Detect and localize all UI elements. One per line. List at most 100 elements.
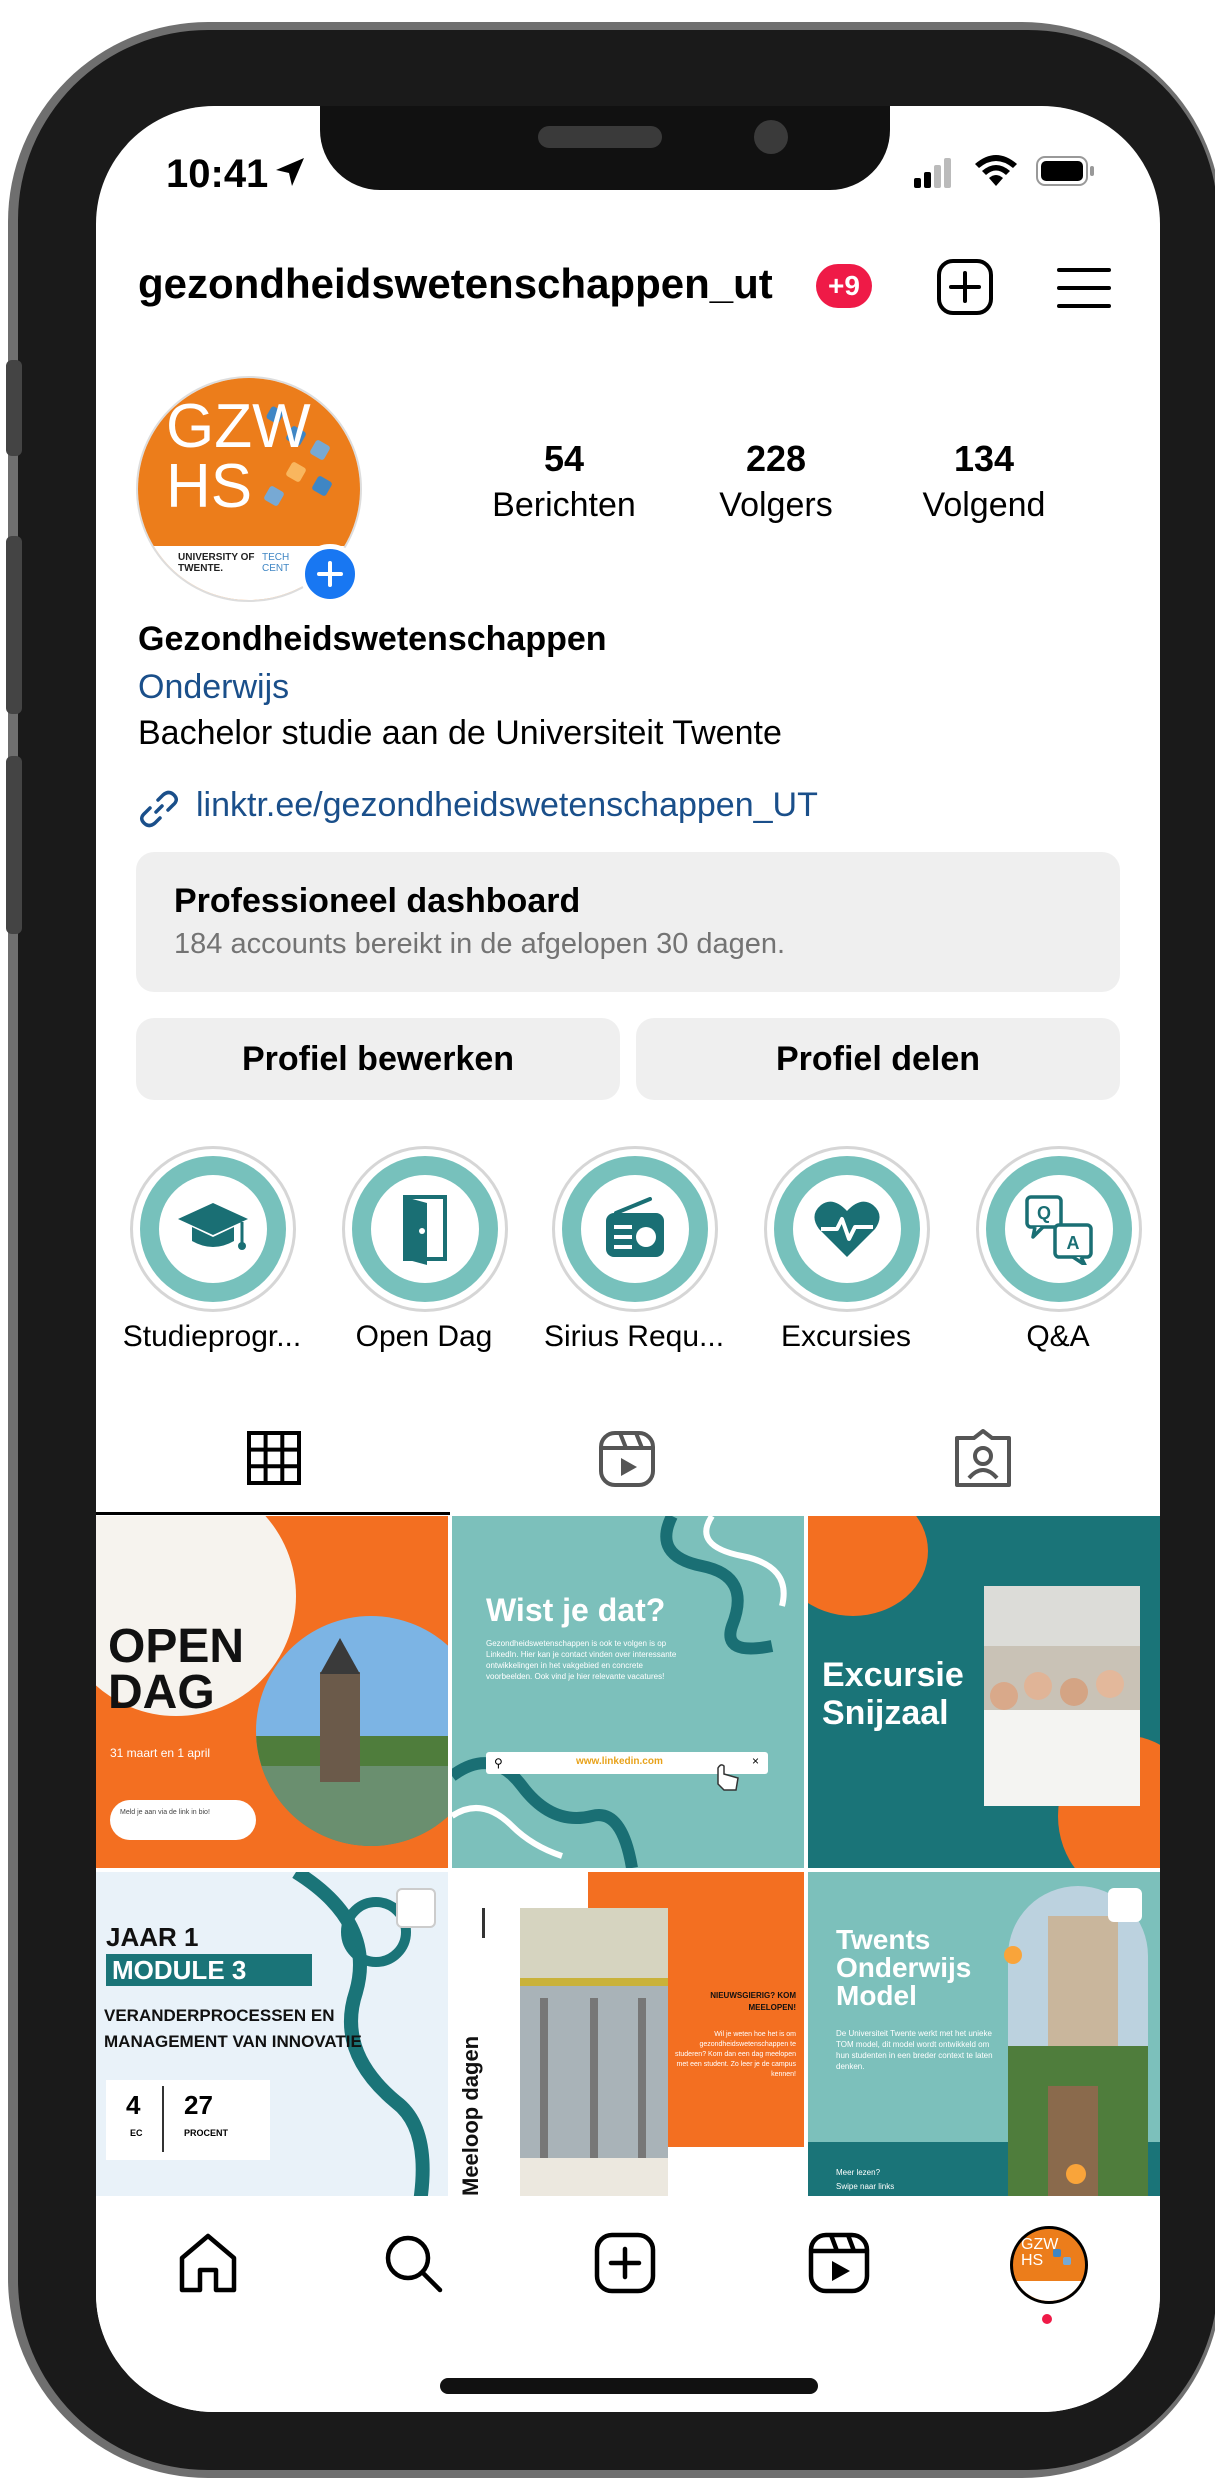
- post-meeloop-side-title: Meeloop dagen: [458, 2035, 483, 2196]
- home-icon[interactable]: [176, 2232, 240, 2294]
- notification-dot: [1042, 2314, 1052, 2324]
- highlight-label: Sirius Requ...: [543, 1320, 725, 1353]
- highlight-label: Studieprogr...: [122, 1320, 302, 1353]
- post-wist-je-dat-title: Wist je dat?: [486, 1592, 666, 1628]
- graduation-cap-icon: [178, 1203, 248, 1250]
- decor-dot: [1004, 1946, 1022, 1964]
- location-arrow-icon: [276, 158, 304, 186]
- signal-icon: [914, 158, 951, 188]
- stat-divider: [162, 2086, 164, 2152]
- post-photo: [520, 1908, 668, 2212]
- decor-dot: [1066, 2164, 1086, 2184]
- post-module-3[interactable]: JAAR 1 MODULE 3 VERANDERPROCESSEN EN MAN…: [96, 1872, 448, 2224]
- post-module-text: MODULE 3: [106, 1954, 312, 1986]
- post-wist-je-dat-body: Gezondheidswetenschappen is ook te volge…: [486, 1639, 677, 1681]
- stat-following-label[interactable]: Volgend: [884, 486, 1084, 525]
- avatar-text-gzw: GZW: [166, 392, 311, 461]
- profile-username[interactable]: gezondheidswetenschappen_ut: [138, 260, 773, 308]
- search-icon: ⚲: [494, 1756, 503, 1770]
- post-meeloop-body: Wil je weten hoe het is om gezondheidswe…: [674, 2031, 796, 2078]
- post-photo: [1008, 1886, 1148, 2208]
- reels-icon[interactable]: [808, 2232, 870, 2294]
- radio-icon: [606, 1197, 664, 1257]
- post-module-subtitle-2: MANAGEMENT VAN INNOVATIE: [104, 2032, 362, 2051]
- side-button: [6, 756, 22, 934]
- decoration-bar: [482, 1908, 485, 1938]
- stat-posts-count[interactable]: 54: [474, 438, 654, 480]
- home-indicator[interactable]: [440, 2378, 818, 2394]
- add-story-button[interactable]: [300, 544, 360, 604]
- post-tom-title-1: Twents: [836, 1924, 931, 1955]
- phone-camera: [754, 120, 788, 154]
- grid-tab-icon[interactable]: [246, 1430, 302, 1486]
- post-dag-text: DAG: [108, 1666, 215, 1719]
- post-module-subtitle-1: VERANDERPROCESSEN EN: [104, 2006, 335, 2025]
- post-tom-title-2: Onderwijs: [836, 1952, 972, 1983]
- post-open-text: OPEN: [108, 1620, 245, 1673]
- post-search-url: www.linkedin.com: [576, 1756, 663, 1767]
- side-button: [6, 360, 22, 456]
- highlight-label: Excursies: [780, 1320, 912, 1353]
- create-post-icon[interactable]: [594, 2232, 656, 2294]
- dashboard-subtitle: 184 accounts bereikt in de afgelopen 30 …: [174, 928, 786, 960]
- post-meeloop-heading: NIEUWSGIERIG? KOM MEELOPEN!: [710, 1991, 796, 2012]
- post-excursie-snijzaal[interactable]: Excursie Snijzaal: [808, 1516, 1160, 1868]
- link-icon: [140, 790, 178, 828]
- avatar-footer-ut: UNIVERSITY OF TWENTE.: [178, 552, 255, 574]
- plus-icon: [317, 561, 343, 587]
- post-wist-je-dat[interactable]: Wist je dat? Gezondheidswetenschappen is…: [452, 1516, 804, 1868]
- highlight-studieprogramma[interactable]: [130, 1146, 296, 1312]
- heart-pulse-icon: [814, 1201, 880, 1257]
- highlight-label: Open Dag: [355, 1320, 493, 1353]
- new-post-icon[interactable]: [936, 258, 994, 316]
- edit-profile-button[interactable]: Profiel bewerken: [136, 1018, 620, 1100]
- post-tom-footer-1: Meer lezen?: [836, 2168, 881, 2177]
- professional-dashboard[interactable]: [136, 852, 1120, 992]
- wifi-icon: [975, 155, 1017, 186]
- tagged-tab-icon[interactable]: [954, 1428, 1012, 1488]
- notification-badge[interactable]: +9: [816, 264, 872, 308]
- highlight-excursies[interactable]: [764, 1146, 930, 1312]
- highlight-qa[interactable]: Q A: [976, 1146, 1142, 1312]
- profile-bio: Bachelor studie aan de Universiteit Twen…: [138, 714, 782, 752]
- svg-text:Q: Q: [1037, 1203, 1051, 1223]
- post-jaar-text: JAAR 1: [106, 1922, 199, 1952]
- post-ec-unit: EC: [130, 2128, 143, 2138]
- qa-chat-icon: Q A: [1025, 1195, 1093, 1265]
- post-percent-value: 27: [184, 2090, 213, 2120]
- stat-following-count[interactable]: 134: [894, 438, 1074, 480]
- door-icon: [403, 1195, 447, 1265]
- post-snijzaal-title: Snijzaal: [822, 1694, 949, 1732]
- post-tom-body: De Universiteit Twente werkt met het uni…: [836, 2029, 993, 2071]
- battery-icon: [1036, 156, 1094, 186]
- side-button: [6, 536, 22, 714]
- multi-post-icon: [396, 1888, 436, 1928]
- post-twents-onderwijs-model[interactable]: Twents Onderwijs Model De Universiteit T…: [808, 1872, 1160, 2224]
- reels-tab-icon[interactable]: [598, 1430, 656, 1488]
- post-tom-footer-2: Swipe naar links: [836, 2182, 895, 2191]
- active-tab-indicator: [96, 1512, 450, 1515]
- profile-category: Onderwijs: [138, 668, 290, 706]
- profile-name: Gezondheidswetenschappen: [138, 620, 607, 658]
- stat-followers-count[interactable]: 228: [686, 438, 866, 480]
- menu-icon[interactable]: [1056, 266, 1112, 310]
- highlight-label: Q&A: [1026, 1320, 1090, 1353]
- search-icon[interactable]: [382, 2232, 444, 2294]
- stat-posts-label[interactable]: Berichten: [464, 486, 664, 525]
- phone-screen: 10:41 gezondheidswetenschappen_ut +9 GZW…: [96, 106, 1160, 2412]
- profile-tab-avatar[interactable]: GZW HS: [1010, 2226, 1088, 2304]
- share-profile-button[interactable]: Profiel delen: [636, 1018, 1120, 1100]
- post-meeloop-dagen[interactable]: Meeloop dagen NIEUWSGIERIG? KOM MEELOPEN…: [452, 1872, 804, 2224]
- cursor-hand-icon: [717, 1764, 739, 1791]
- post-tom-title-3: Model: [836, 1980, 917, 2011]
- post-ec-value: 4: [126, 2090, 141, 2120]
- post-open-dag[interactable]: OPEN DAG 31 maart en 1 april Meld je aan…: [96, 1516, 448, 1868]
- post-excursie-title: Excursie: [822, 1656, 964, 1694]
- highlight-sirius-request[interactable]: [552, 1146, 718, 1312]
- phone-notch: [320, 106, 890, 190]
- post-photo: [984, 1586, 1140, 1806]
- highlight-open-dag[interactable]: [342, 1146, 508, 1312]
- profile-link[interactable]: linktr.ee/gezondheidswetenschappen_UT: [196, 786, 818, 825]
- stat-followers-label[interactable]: Volgers: [676, 486, 876, 525]
- multi-post-icon: [1108, 1888, 1142, 1922]
